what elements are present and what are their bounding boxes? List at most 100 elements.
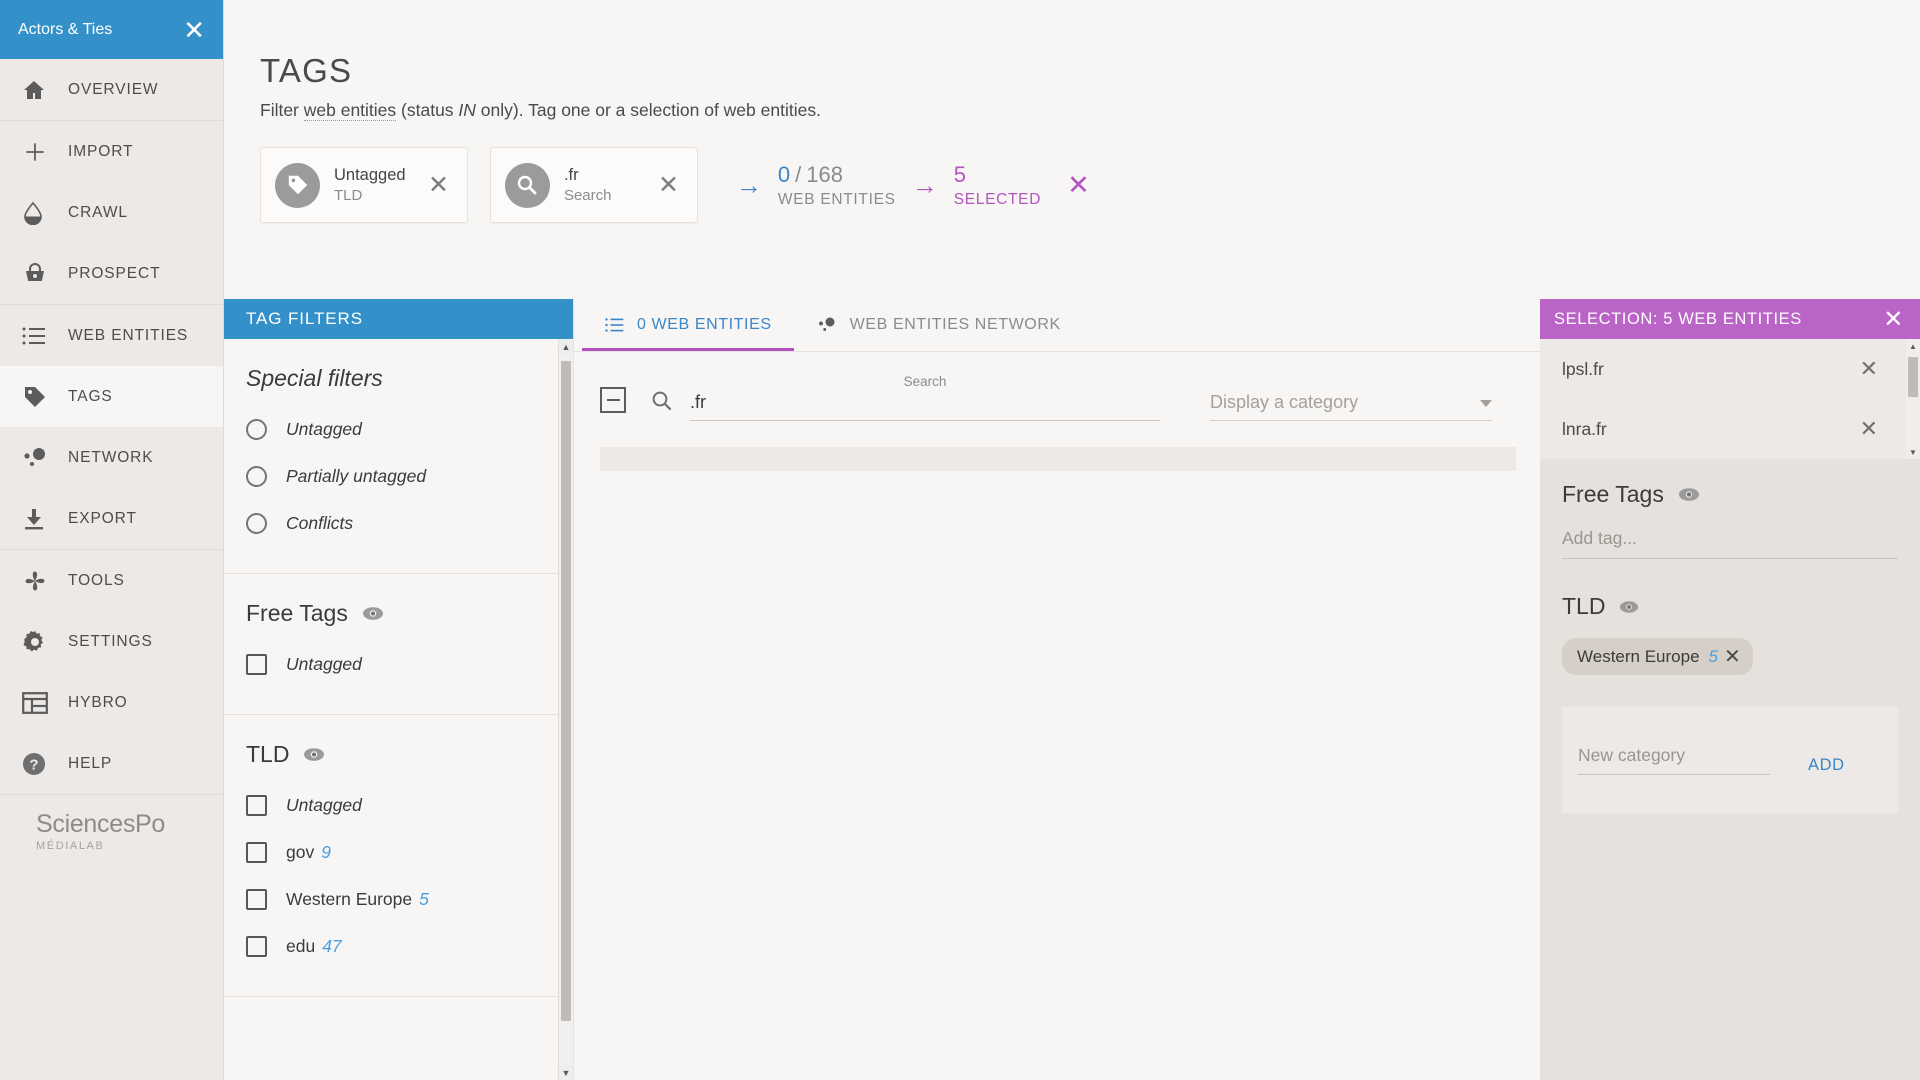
panels-row: TAG FILTERS Special filters Untagged Par… [224,299,1920,1080]
scroll-down-icon[interactable]: ▼ [1906,445,1920,459]
select-all-checkbox[interactable] [600,387,626,413]
radio-icon[interactable] [246,419,267,440]
filter-chip-text: Untagged TLD [334,165,412,205]
selection-header: SELECTION: 5 WEB ENTITIES ✕ [1540,299,1920,339]
option-label: Western Europe [286,889,413,909]
checkbox-icon[interactable] [246,889,267,910]
category-select-value: Display a category [1210,392,1359,412]
radio-icon[interactable] [246,513,267,534]
plus-icon [22,139,68,165]
category-select-value-row[interactable]: Display a category [1210,392,1492,421]
remove-filter-icon[interactable]: ✕ [428,170,449,200]
selection-tld-title: TLD [1562,593,1898,620]
tld-tag-chip[interactable]: Western Europe 5 ✕ [1562,638,1753,675]
search-field[interactable]: Search .fr [690,374,1160,421]
page-title: TAGS [260,52,353,89]
selection-free-tags-section: Free Tags Add tag... [1540,459,1920,559]
web-entities-link[interactable]: web entities [303,100,397,121]
add-category-button[interactable]: ADD [1808,756,1845,775]
section-label: Free Tags [246,600,348,626]
new-category-input[interactable]: New category [1578,745,1770,775]
basket-icon [22,262,68,286]
special-filter-conflicts[interactable]: Conflicts [224,500,558,547]
close-selection-icon[interactable]: ✕ [1883,305,1904,334]
checkbox-icon[interactable] [246,654,267,675]
subtitle-part-b: (status [396,100,459,120]
eye-icon[interactable] [362,606,384,621]
selection-title: SELECTION: 5 WEB ENTITIES [1554,309,1802,328]
tld-title: TLD [224,741,558,768]
sidebar-group-2: IMPORT CRAWL PROSPECT [0,121,223,305]
section-label: TLD [246,741,290,767]
special-filters-section: Special filters Untagged Partially untag… [224,339,558,574]
tld-option-edu[interactable]: edu 47 [224,923,558,970]
clear-selection-icon[interactable]: ✕ [1067,170,1090,201]
tld-option-gov[interactable]: gov 9 [224,829,558,876]
selected-entities-list: lpsl.fr ✕ lnra.fr ✕ ▲ ▼ [1540,339,1920,459]
free-tags-option-untagged[interactable]: Untagged [224,641,558,688]
sidebar-item-label: EXPORT [68,509,137,527]
close-icon[interactable]: ✕ [183,17,205,43]
checkbox-icon[interactable] [246,795,267,816]
svg-text:?: ? [29,756,38,773]
search-icon [504,162,550,208]
sidebar-item-label: HYBRO [68,693,128,711]
sidebar-item-hybro[interactable]: HYBRO [0,672,223,733]
sidebar-item-settings[interactable]: SETTINGS [0,611,223,672]
sidebar-item-overview[interactable]: OVERVIEW [0,59,223,120]
search-input[interactable]: .fr [690,392,1160,421]
scroll-up-icon[interactable]: ▲ [1906,339,1920,353]
tld-option-western-europe[interactable]: Western Europe 5 [224,876,558,923]
sidebar-item-web-entities[interactable]: WEB ENTITIES [0,305,223,366]
tld-option-untagged[interactable]: Untagged [224,782,558,829]
network-icon [22,446,68,470]
eye-icon[interactable] [303,747,325,762]
special-filter-partially-untagged[interactable]: Partially untagged [224,453,558,500]
page-header: TAGS Filter web entities (status IN only… [224,0,1920,121]
add-tag-input[interactable]: Add tag... [1562,528,1898,559]
sidebar-item-import[interactable]: IMPORT [0,121,223,182]
sidebar-item-tags[interactable]: TAGS [0,366,223,427]
sidebar-item-label: SETTINGS [68,632,153,650]
filter-chip-category: Search [563,186,612,204]
sidebar-item-export[interactable]: EXPORT [0,488,223,549]
filter-chip-search[interactable]: .fr Search ✕ [489,147,698,223]
count-values: 0/168 [778,162,896,188]
tab-web-entities-network[interactable]: WEB ENTITIES NETWORK [794,299,1083,351]
scroll-down-icon[interactable]: ▼ [559,1065,573,1080]
scrollbar-thumb[interactable] [561,361,571,1021]
sidebar-item-help[interactable]: ? HELP [0,733,223,794]
selection-list-scrollbar[interactable]: ▲ ▼ [1906,339,1920,459]
filter-chip-tld[interactable]: Untagged TLD ✕ [260,147,468,223]
sidebar-item-label: WEB ENTITIES [68,326,189,344]
selected-entity-row[interactable]: lnra.fr ✕ [1540,399,1920,459]
scrollbar-thumb[interactable] [1908,357,1918,397]
remove-tag-icon[interactable]: ✕ [1724,644,1741,669]
checkbox-icon[interactable] [246,936,267,957]
selected-entity-row[interactable]: lpsl.fr ✕ [1540,339,1920,399]
radio-icon[interactable] [246,466,267,487]
eye-icon[interactable] [1619,600,1639,614]
remove-entity-icon[interactable]: ✕ [1860,356,1878,382]
category-select[interactable]: Display a category [1210,392,1492,421]
option-label: Conflicts [286,513,354,533]
eye-icon[interactable] [1678,487,1700,502]
remove-filter-icon[interactable]: ✕ [658,170,679,200]
checkbox-icon[interactable] [246,842,267,863]
center-search-row: Search .fr Display a category [574,352,1540,421]
tag-filters-scrollbar[interactable]: ▲ ▼ [558,339,573,1080]
remove-entity-icon[interactable]: ✕ [1860,416,1878,442]
chevron-down-icon [1480,400,1492,407]
sidebar-item-prospect[interactable]: PROSPECT [0,243,223,304]
sidebar-group-1: OVERVIEW [0,59,223,121]
sidebar-item-crawl[interactable]: CRAWL [0,182,223,243]
sidebar-item-tools[interactable]: TOOLS [0,550,223,611]
special-filter-untagged[interactable]: Untagged [224,406,558,453]
tag-filters-scroll-area: Special filters Untagged Partially untag… [224,339,573,1080]
sidebar-item-label: CRAWL [68,203,128,221]
search-field-label: Search [903,374,947,389]
sidebar-item-network[interactable]: NETWORK [0,427,223,488]
tab-web-entities[interactable]: 0 WEB ENTITIES [582,299,794,351]
scroll-up-icon[interactable]: ▲ [559,339,573,354]
option-label: Untagged [286,419,362,439]
